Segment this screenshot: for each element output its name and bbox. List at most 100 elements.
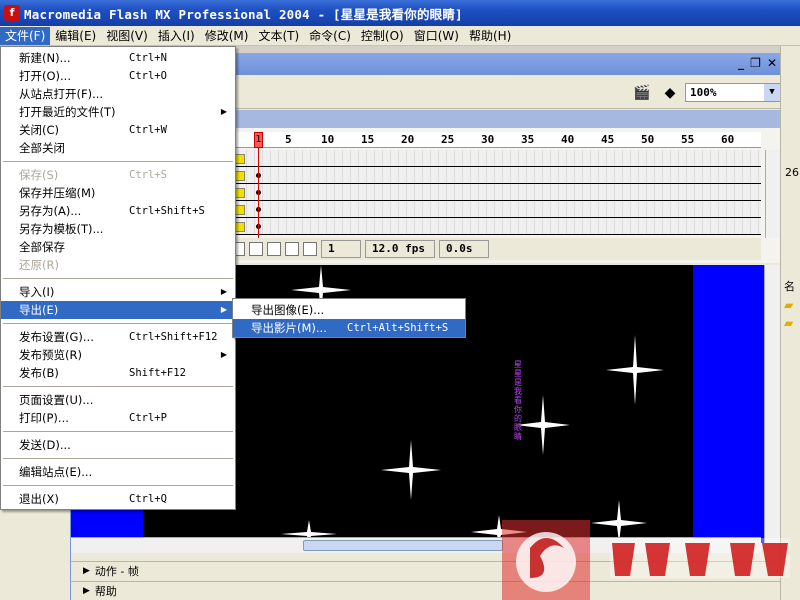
lock-icon[interactable] [235,188,245,198]
timeline-scrollbar[interactable] [765,150,781,238]
zoom-select[interactable]: 100% ▼ [685,83,781,102]
menu-item-open[interactable]: 打开(O)... Ctrl+O [1,67,235,85]
menu-item-shortcut: Ctrl+Shift+F12 [129,331,218,343]
menu-insert[interactable]: 插入(I) [153,27,200,45]
star-icon [606,335,664,405]
lock-icon[interactable] [235,205,245,215]
menu-item-shortcut: Ctrl+P [129,412,167,424]
menu-item-publish-settings[interactable]: 发布设置(G)... Ctrl+Shift+F12 [1,328,235,346]
menu-item-save-as[interactable]: 另存为(A)... Ctrl+Shift+S [1,202,235,220]
folder-icon[interactable]: ▰ [784,316,793,330]
timeline-frames[interactable] [231,150,761,238]
lock-icon[interactable] [235,222,245,232]
ruler-label: 45 [601,133,615,146]
menu-item-close-all[interactable]: 全部关闭 [1,139,235,157]
folder-icon[interactable]: ▰ [784,298,793,312]
lock-icon[interactable] [235,154,245,164]
scroll-thumb[interactable] [303,540,503,551]
menu-item-export-movie[interactable]: 导出影片(M)... Ctrl+Alt+Shift+S [233,319,465,337]
menu-item-label: 页面设置(U)... [19,393,94,407]
document-window-controls: _ ❐ ✕ [738,56,777,70]
menu-item-page-setup[interactable]: 页面设置(U)... [1,391,235,409]
menu-item-open-from-site[interactable]: 从站点打开(F)... [1,85,235,103]
menu-item-export-image[interactable]: 导出图像(E)... [233,301,465,319]
timeline-layer-row[interactable] [231,167,761,184]
menu-control[interactable]: 控制(O) [356,27,409,45]
menu-item-publish-preview[interactable]: 发布预览(R) ▶ [1,346,235,364]
panel-actions[interactable]: ▶ 动作 - 帧 [71,561,781,579]
export-submenu: 导出图像(E)... 导出影片(M)... Ctrl+Alt+Shift+S [232,298,466,338]
timeline-layer-row[interactable] [231,184,761,201]
menu-item-exit[interactable]: 退出(X) Ctrl+Q [1,490,235,508]
menu-commands[interactable]: 命令(C) [304,27,356,45]
menu-edit[interactable]: 编辑(E) [50,27,101,45]
stage-horizontal-scrollbar[interactable] [71,537,761,553]
menu-item-shortcut: Ctrl+Alt+Shift+S [347,322,449,334]
menu-item-save-compact[interactable]: 保存并压缩(M) [1,184,235,202]
menu-item-save-as-template[interactable]: 另存为模板(T)... [1,220,235,238]
edit-symbols-icon[interactable]: ◆ [659,83,681,103]
menu-item-close[interactable]: 关闭(C) Ctrl+W [1,121,235,139]
menu-window[interactable]: 窗口(W) [409,27,464,45]
menu-item-label: 打开最近的文件(T) [19,105,116,119]
menu-item-shortcut: Ctrl+N [129,52,167,64]
stage-vertical-scrollbar[interactable] [764,265,780,543]
menu-view[interactable]: 视图(V) [101,27,153,45]
lock-icon[interactable] [235,171,245,181]
timeline-layer-row[interactable] [231,218,761,235]
menu-item-shortcut: Ctrl+Q [129,493,167,505]
menu-item-revert: 还原(R) [1,256,235,274]
menu-text[interactable]: 文本(T) [253,27,304,45]
menu-modify[interactable]: 修改(M) [200,27,254,45]
timeline-layer-row[interactable] [231,201,761,218]
menu-item-label: 发布(B) [19,366,59,380]
menu-item-export[interactable]: 导出(E) ▶ [1,301,235,319]
menu-item-label: 还原(R) [19,258,59,272]
modify-onion-markers-icon[interactable] [303,242,317,256]
menu-item-label: 导入(I) [19,285,55,299]
menu-item-shortcut: Ctrl+S [129,169,167,181]
onion-skin-icon[interactable] [249,242,263,256]
submenu-arrow-icon: ▶ [220,107,227,116]
menu-item-edit-sites[interactable]: 编辑站点(E)... [1,463,235,481]
ruler-label: 25 [441,133,455,146]
chevron-down-icon[interactable]: ▼ [764,84,780,101]
ruler-label: 10 [321,133,335,146]
playhead[interactable]: 1 [254,132,263,148]
menu-item-label: 导出图像(E)... [251,303,325,317]
triangle-right-icon: ▶ [83,565,90,576]
right-panel-label: 名 [784,280,795,293]
menu-item-label: 保存(S) [19,168,59,182]
timeline-status-bar: 1 12.0 fps 0.0s [231,238,761,260]
menu-item-save: 保存(S) Ctrl+S [1,166,235,184]
ruler-label: 55 [681,133,695,146]
menu-item-label: 打开(O)... [19,69,71,83]
menu-item-save-all[interactable]: 全部保存 [1,238,235,256]
ruler-label: 35 [521,133,535,146]
menu-item-label: 导出影片(M)... [251,321,327,335]
menu-separator [3,278,233,279]
menu-item-open-recent[interactable]: 打开最近的文件(T) ▶ [1,103,235,121]
edit-scene-icon[interactable]: 🎬 [631,83,653,103]
edit-multiple-frames-icon[interactable] [285,242,299,256]
close-icon[interactable]: ✕ [767,56,777,70]
menu-item-import[interactable]: 导入(I) ▶ [1,283,235,301]
timeline-layer-row[interactable] [231,150,761,167]
blue-rect [693,265,765,543]
menu-file[interactable]: 文件(F) [0,26,51,45]
menu-item-label: 退出(X) [19,492,59,506]
menu-item-print[interactable]: 打印(P)... Ctrl+P [1,409,235,427]
menu-item-label: 全部关闭 [19,141,65,155]
minimize-icon[interactable]: _ [738,56,744,70]
menu-item-publish[interactable]: 发布(B) Shift+F12 [1,364,235,382]
current-frame: 1 [321,240,361,258]
timeline-ruler[interactable]: 5 10 15 20 25 30 35 40 45 50 55 60 [231,132,761,148]
restore-icon[interactable]: ❐ [750,56,761,70]
menu-item-label: 打印(P)... [19,411,69,425]
menu-item-new[interactable]: 新建(N)... Ctrl+N [1,49,235,67]
panel-help[interactable]: ▶ 帮助 [71,581,781,599]
onion-outline-icon[interactable] [267,242,281,256]
menu-help[interactable]: 帮助(H) [464,27,516,45]
panel-help-label: 帮助 [94,584,117,598]
menu-item-send[interactable]: 发送(D)... [1,436,235,454]
